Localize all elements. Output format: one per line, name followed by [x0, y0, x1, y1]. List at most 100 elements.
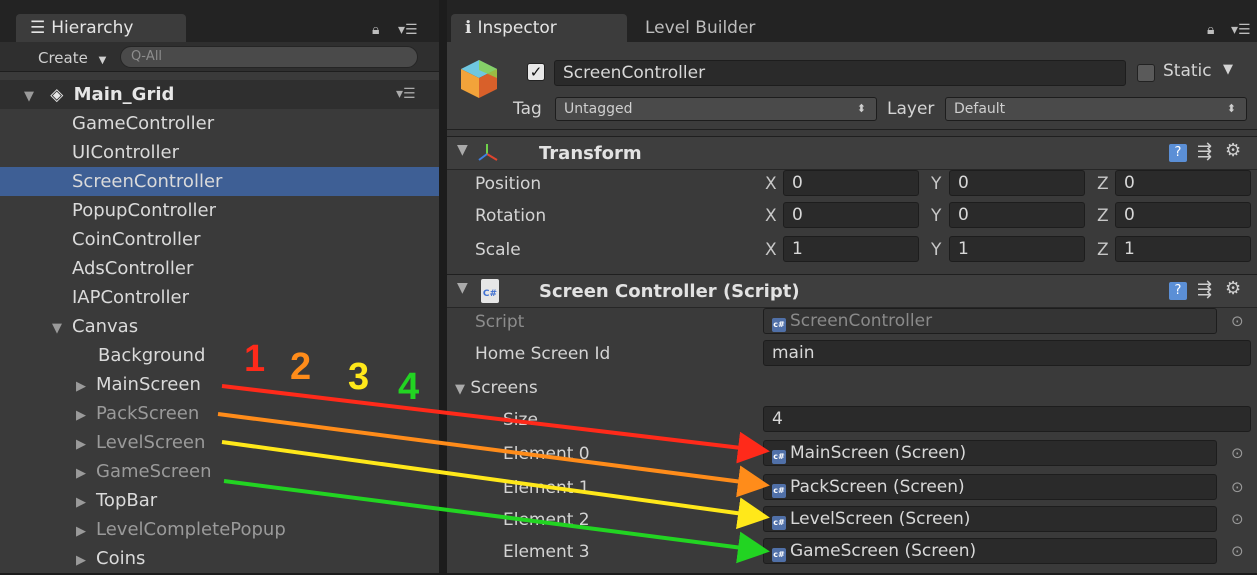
expand-arrow-icon[interactable]: ▼ — [24, 82, 44, 111]
hierarchy-item[interactable]: ▶ LevelCompletePopup — [0, 515, 439, 544]
lock-icon[interactable]: 🔒︎ — [372, 22, 379, 38]
tab-hierarchy[interactable]: ☰ Hierarchy — [16, 14, 186, 42]
hierarchy-panel: ☰ Hierarchy 🔒︎ ▾☰ Create ▼ Q‑All ▼ ◈ Main… — [0, 0, 439, 573]
annotation-number-3: 3 — [348, 356, 370, 398]
foldout-arrow-icon[interactable]: ▼ — [457, 142, 468, 158]
preset-icon[interactable]: ⇶ — [1197, 141, 1212, 162]
element-field[interactable]: c# MainScreen (Screen) — [763, 440, 1217, 466]
scale-label: Scale — [475, 240, 521, 260]
script-field: c# ScreenController — [763, 308, 1217, 334]
hierarchy-item[interactable]: Background — [0, 341, 439, 370]
rotation-label: Rotation — [475, 206, 547, 226]
csharp-script-icon: C# — [481, 279, 499, 303]
panel-menu-icon[interactable]: ▾☰ — [398, 22, 418, 38]
scene-row[interactable]: ▼ ◈ Main_Grid ▾☰ — [0, 80, 439, 109]
z-axis-label: Z — [1097, 174, 1109, 194]
hierarchy-item-selected[interactable]: ScreenController — [0, 167, 439, 196]
expand-arrow-icon[interactable]: ▼ — [52, 314, 72, 343]
object-picker-icon[interactable]: ⊙ — [1231, 312, 1244, 330]
hierarchy-item[interactable]: ▶ LevelScreen — [0, 428, 439, 457]
tab-inspector[interactable]: ℹ Inspector — [451, 14, 627, 42]
object-name-field[interactable]: ScreenController — [554, 60, 1126, 86]
hierarchy-item[interactable]: PopupController — [0, 196, 439, 225]
scale-y-field[interactable]: 1 — [949, 236, 1085, 262]
collapse-arrow-icon[interactable]: ▶ — [76, 459, 96, 488]
component-title: Transform — [539, 143, 642, 164]
scale-x-field[interactable]: 1 — [783, 236, 919, 262]
size-field[interactable]: 4 — [763, 406, 1251, 432]
collapse-arrow-icon[interactable]: ▶ — [76, 517, 96, 546]
layer-label: Layer — [887, 99, 935, 119]
collapse-arrow-icon[interactable]: ▶ — [76, 488, 96, 517]
create-button[interactable]: Create ▼ — [10, 47, 118, 69]
preset-icon[interactable]: ⇶ — [1197, 279, 1212, 300]
hierarchy-item[interactable]: CoinController — [0, 225, 439, 254]
foldout-arrow-icon[interactable]: ▼ — [457, 280, 468, 296]
hierarchy-item[interactable]: ▼ Canvas — [0, 312, 439, 341]
position-y-field[interactable]: 0 — [949, 170, 1085, 196]
position-z-field[interactable]: 0 — [1115, 170, 1251, 196]
hierarchy-item[interactable]: IAPController — [0, 283, 439, 312]
rotation-z-field[interactable]: 0 — [1115, 202, 1251, 228]
hierarchy-item[interactable]: ▶ PackScreen — [0, 399, 439, 428]
dropdown-arrow-icon: ⬍ — [1226, 102, 1236, 115]
transform-axes-icon — [478, 144, 498, 161]
collapse-arrow-icon[interactable]: ▶ — [76, 430, 96, 459]
hierarchy-item[interactable]: ▶ GameScreen — [0, 457, 439, 486]
element-label: Element 0 — [503, 444, 590, 464]
collapse-arrow-icon[interactable]: ▶ — [76, 372, 96, 401]
gear-icon[interactable]: ⚙ — [1225, 278, 1241, 299]
lock-icon[interactable]: 🔒︎ — [1207, 22, 1214, 38]
component-title: Screen Controller (Script) — [539, 281, 800, 302]
active-checkbox[interactable]: ✓ — [527, 63, 545, 81]
hierarchy-item[interactable]: UIController — [0, 138, 439, 167]
static-dropdown-icon[interactable]: ▼ — [1223, 62, 1233, 77]
position-x-field[interactable]: 0 — [783, 170, 919, 196]
annotation-number-1: 1 — [244, 338, 266, 380]
scale-z-field[interactable]: 1 — [1115, 236, 1251, 262]
transform-header[interactable]: ▼ Transform ? ⇶ ⚙ — [447, 136, 1257, 170]
object-picker-icon[interactable]: ⊙ — [1231, 542, 1244, 560]
home-screen-id-field[interactable]: main — [763, 340, 1251, 366]
home-screen-id-label: Home Screen Id — [475, 344, 611, 364]
element-field[interactable]: c# GameScreen (Screen) — [763, 538, 1217, 564]
z-axis-label: Z — [1097, 240, 1109, 260]
hierarchy-tab-bar: ☰ Hierarchy 🔒︎ ▾☰ — [0, 0, 439, 42]
foldout-arrow-icon[interactable]: ▼ — [455, 382, 465, 397]
object-picker-icon[interactable]: ⊙ — [1231, 510, 1244, 528]
script-component-header[interactable]: ▼ C# Screen Controller (Script) ? ⇶ ⚙ — [447, 274, 1257, 308]
size-label: Size — [503, 410, 538, 430]
panel-menu-icon[interactable]: ▾☰ — [1231, 22, 1251, 38]
help-icon[interactable]: ? — [1169, 282, 1187, 300]
hierarchy-item[interactable]: ▶ TopBar — [0, 486, 439, 515]
collapse-arrow-icon[interactable]: ▶ — [76, 401, 96, 430]
hierarchy-item[interactable]: ▶ MainScreen — [0, 370, 439, 399]
tag-dropdown[interactable]: Untagged ⬍ — [555, 97, 877, 121]
rotation-x-field[interactable]: 0 — [783, 202, 919, 228]
static-checkbox[interactable] — [1137, 64, 1155, 82]
hierarchy-item[interactable]: AdsController — [0, 254, 439, 283]
inspector-tab-bar: ℹ Inspector Level Builder 🔒︎ ▾☰ — [447, 0, 1257, 42]
gear-icon[interactable]: ⚙ — [1225, 140, 1241, 161]
dropdown-arrow-icon: ⬍ — [856, 102, 866, 115]
unity-logo-icon: ◈ — [50, 85, 64, 105]
screens-foldout[interactable]: ▼ Screens — [455, 378, 538, 398]
rotation-y-field[interactable]: 0 — [949, 202, 1085, 228]
hierarchy-toolbar: Create ▼ Q‑All — [0, 42, 439, 72]
list-icon: ☰ — [30, 18, 46, 38]
layer-dropdown[interactable]: Default ⬍ — [945, 97, 1247, 121]
info-icon: ℹ — [465, 18, 472, 38]
x-axis-label: X — [765, 240, 777, 260]
scene-menu-icon[interactable]: ▾☰ — [396, 80, 416, 109]
help-icon[interactable]: ? — [1169, 144, 1187, 162]
hierarchy-item[interactable]: ▶ Coins — [0, 544, 439, 573]
hierarchy-item[interactable]: GameController — [0, 109, 439, 138]
element-field[interactable]: c# PackScreen (Screen) — [763, 474, 1217, 500]
object-picker-icon[interactable]: ⊙ — [1231, 478, 1244, 496]
object-picker-icon[interactable]: ⊙ — [1231, 444, 1244, 462]
y-axis-label: Y — [931, 240, 942, 260]
element-field[interactable]: c# LevelScreen (Screen) — [763, 506, 1217, 532]
search-input[interactable]: Q‑All — [120, 46, 418, 68]
tab-level-builder[interactable]: Level Builder — [631, 14, 791, 42]
collapse-arrow-icon[interactable]: ▶ — [76, 546, 96, 575]
